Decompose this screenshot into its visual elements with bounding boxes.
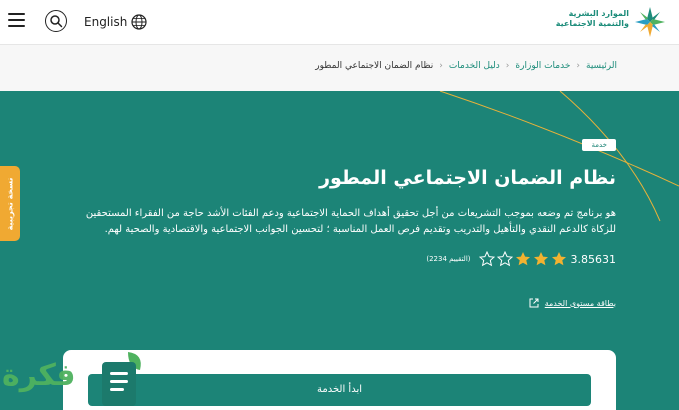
service-level-card-link[interactable]: بطاقة مستوى الخدمة xyxy=(529,298,616,308)
breadcrumb: الرئيسية ‹ خدمات الوزارة ‹ دليل الخدمات … xyxy=(315,61,617,71)
ministry-emblem-icon xyxy=(635,7,665,37)
hamburger-menu-icon[interactable] xyxy=(8,13,25,27)
page-title: نظام الضمان الاجتماعي المطور xyxy=(319,167,616,189)
breadcrumb-bar: الرئيسية ‹ خدمات الوزارة ‹ دليل الخدمات … xyxy=(0,45,679,91)
top-header: English الموارد البشرية والتنمية الاجتما… xyxy=(0,0,679,45)
rating-stars[interactable] xyxy=(478,251,567,267)
breadcrumb-ministry-services-link[interactable]: خدمات الوزارة xyxy=(515,61,570,71)
logo-text: الموارد البشرية والتنمية الاجتماعية xyxy=(555,9,629,28)
star-filled-icon[interactable] xyxy=(533,251,549,267)
breadcrumb-services-guide-link[interactable]: دليل الخدمات xyxy=(449,61,500,71)
external-link-icon xyxy=(529,298,539,308)
search-button[interactable] xyxy=(45,10,67,32)
service-type-tag: خدمة xyxy=(582,139,616,151)
search-icon xyxy=(50,15,63,28)
language-switch-button[interactable]: English xyxy=(84,12,147,32)
beta-version-tab[interactable]: نسخة تجريبية xyxy=(0,166,20,241)
rating-value: 3.85631 xyxy=(570,252,617,266)
star-filled-icon[interactable] xyxy=(551,251,567,267)
breadcrumb-chevron-icon: ‹ xyxy=(439,61,443,71)
start-service-button[interactable]: ابدأ الخدمة xyxy=(88,374,591,406)
star-empty-icon[interactable] xyxy=(496,251,513,267)
star-filled-icon[interactable] xyxy=(515,251,531,267)
star-empty-icon[interactable] xyxy=(478,251,495,267)
breadcrumb-current-page: نظام الضمان الاجتماعي المطور xyxy=(315,61,434,71)
breadcrumb-chevron-icon: ‹ xyxy=(505,61,510,71)
breadcrumb-home-link[interactable]: الرئيسية xyxy=(586,61,617,71)
globe-icon xyxy=(131,14,147,30)
language-label: English xyxy=(84,15,128,29)
rating-count: (التقييم 2234) xyxy=(426,255,471,263)
start-service-card: ابدأ الخدمة xyxy=(63,350,616,410)
ministry-logo[interactable]: الموارد البشرية والتنمية الاجتماعية xyxy=(555,5,669,39)
service-description: هو برنامج تم وضعه بموجب التشريعات من أجل… xyxy=(85,208,616,235)
service-level-card-label: بطاقة مستوى الخدمة xyxy=(544,298,616,308)
beta-version-label: نسخة تجريبية xyxy=(5,177,15,230)
service-hero: خدمة نظام الضمان الاجتماعي المطور هو برن… xyxy=(0,91,679,410)
breadcrumb-chevron-icon: ‹ xyxy=(576,61,580,71)
service-rating: 3.85631 (التقييم 2234) xyxy=(426,251,616,267)
